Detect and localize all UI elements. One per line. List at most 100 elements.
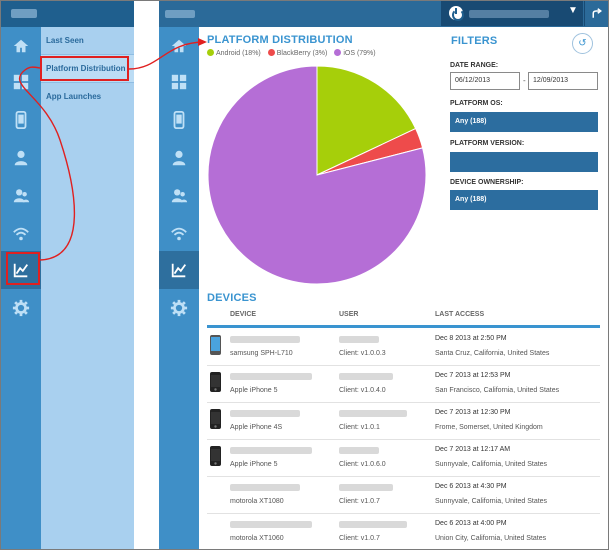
home-icon[interactable] [159,27,199,65]
settings-gear-icon[interactable] [1,289,41,327]
filters-panel: FILTERS ↺ DATE RANGE: 06/12/2013 - 12/09… [450,27,600,287]
dashboard-grid-icon[interactable] [159,63,199,101]
last-access-location: Frome, Somerset, United Kingdom [435,424,543,431]
legend-dot [207,49,214,56]
submenu-item-app-launches[interactable]: App Launches [41,83,134,111]
blurred-device-name [230,521,312,528]
device-ownership-label: DEVICE OWNERSHIP: [450,179,524,186]
user-menu[interactable]: ▼ [441,1,583,26]
table-row[interactable]: motorola XT1080 Client: v1.0.7 Dec 6 2013 … [207,478,600,514]
client-version: Client: v1.0.7 [339,535,380,542]
power-icon[interactable] [449,6,464,21]
table-row[interactable]: Apple iPhone 4S Client: v1.0.1 Dec 7 2013 … [207,404,600,440]
blurred-user-name [339,336,379,343]
table-row[interactable]: Apple iPhone 5 Client: v1.0.6.0 Dec 7 2013… [207,441,600,477]
device-model: Apple iPhone 5 [230,387,278,394]
home-icon[interactable] [1,27,41,65]
last-access-location: Sunnyvale, California, United States [435,461,548,468]
last-access-time: Dec 6 2013 at 4:30 PM [435,483,507,490]
panel-gap [134,1,159,549]
blurred-user-name [339,410,407,417]
filters-title: FILTERS [451,35,498,47]
legend-label: iOS (79%) [343,50,376,57]
client-version: Client: v1.0.0.3 [339,350,386,357]
date-from-field[interactable]: 06/12/2013 [450,72,520,90]
left-icon-rail [1,27,41,549]
blurred-device-name [230,373,312,380]
submenu-item-last-seen[interactable]: Last Seen [41,27,134,55]
platform-version-select[interactable] [450,152,598,172]
blurred-logo [165,10,195,18]
iphone-icon [210,446,221,466]
platform-os-label: PLATFORM OS: [450,100,503,107]
device-model: samsung SPH-L710 [230,350,293,357]
blurred-device-name [230,410,300,417]
users-icon[interactable] [1,177,41,215]
legend-dot [267,49,275,56]
column-header-last-access[interactable]: LAST ACCESS [435,311,484,318]
logout-icon[interactable] [584,1,608,26]
device-model: motorola XT1060 [230,535,284,542]
analytics-chart-icon[interactable] [159,251,199,289]
column-header-user[interactable]: USER [339,311,358,318]
blurred-user-name [339,484,393,491]
annotation-highlight-submenu [40,56,129,81]
devices-title: DEVICES [207,292,257,304]
device-model: motorola XT1080 [230,498,284,505]
table-row[interactable]: motorola XT1060 Client: v1.0.7 Dec 6 2013 … [207,515,600,550]
legend-item-blackberry[interactable]: BlackBerry (3%) [267,49,328,57]
blurred-logo [11,9,37,18]
platform-os-select[interactable]: Any (188) [450,112,598,132]
last-access-location: San Francisco, California, United States [435,387,560,394]
blurred-username [469,10,549,18]
blurred-user-name [339,447,379,454]
table-row[interactable]: samsung SPH-L710 Client: v1.0.0.3 Dec 8 20… [207,330,600,366]
date-separator: - [523,76,526,85]
last-access-location: Sunnyvale, California, United States [435,498,548,505]
app-icon-rail [159,27,199,549]
device-model: Apple iPhone 4S [230,424,283,431]
platform-version-label: PLATFORM VERSION: [450,140,525,147]
reset-filters-icon[interactable]: ↺ [572,33,593,54]
device-model: Apple iPhone 5 [230,461,278,468]
chevron-down-icon[interactable]: ▼ [568,5,578,16]
android-phone-icon [210,335,221,355]
last-access-time: Dec 7 2013 at 12:30 PM [435,409,511,416]
last-access-location: Santa Cruz, California, United States [435,350,550,357]
client-version: Client: v1.0.1 [339,424,380,431]
client-version: Client: v1.0.6.0 [339,461,386,468]
client-version: Client: v1.0.4.0 [339,387,386,394]
legend-label: BlackBerry (3%) [276,50,328,57]
wifi-icon[interactable] [1,215,41,253]
settings-gear-icon[interactable] [159,289,199,327]
user-icon[interactable] [1,139,41,177]
blurred-device-name [230,447,312,454]
blurred-user-name [339,373,393,380]
users-icon[interactable] [159,177,199,215]
mobile-device-icon[interactable] [1,101,41,139]
legend-item-android[interactable]: Android (18%) [207,49,261,57]
annotation-highlight-rail-icon [6,252,40,285]
blurred-user-name [339,521,407,528]
main-content: PLATFORM DISTRIBUTION Android (18%) Blac… [199,27,608,549]
chart-legend: Android (18%) BlackBerry (3%) iOS (79%) [207,49,376,57]
last-access-time: Dec 7 2013 at 12:53 PM [435,372,511,379]
user-icon[interactable] [159,139,199,177]
legend-dot [334,49,342,56]
device-ownership-select[interactable]: Any (188) [450,190,598,210]
table-row[interactable]: Apple iPhone 5 Client: v1.0.4.0 Dec 7 2013… [207,367,600,403]
last-access-location: Union City, California, United States [435,535,547,542]
legend-item-ios[interactable]: iOS (79%) [334,49,376,57]
dashboard-grid-icon[interactable] [1,63,41,101]
devices-table-header: DEVICE USER LAST ACCESS [207,310,600,324]
analytics-submenu: Last Seen Platform Distribution App Laun… [41,27,134,549]
date-to-field[interactable]: 12/09/2013 [528,72,598,90]
wifi-icon[interactable] [159,215,199,253]
platform-distribution-title: PLATFORM DISTRIBUTION [207,34,353,46]
column-header-device[interactable]: DEVICE [230,311,256,318]
legend-label: Android (18%) [216,50,261,57]
platform-pie-chart [207,65,427,285]
client-version: Client: v1.0.7 [339,498,380,505]
last-access-time: Dec 7 2013 at 12:17 AM [435,446,511,453]
mobile-device-icon[interactable] [159,101,199,139]
